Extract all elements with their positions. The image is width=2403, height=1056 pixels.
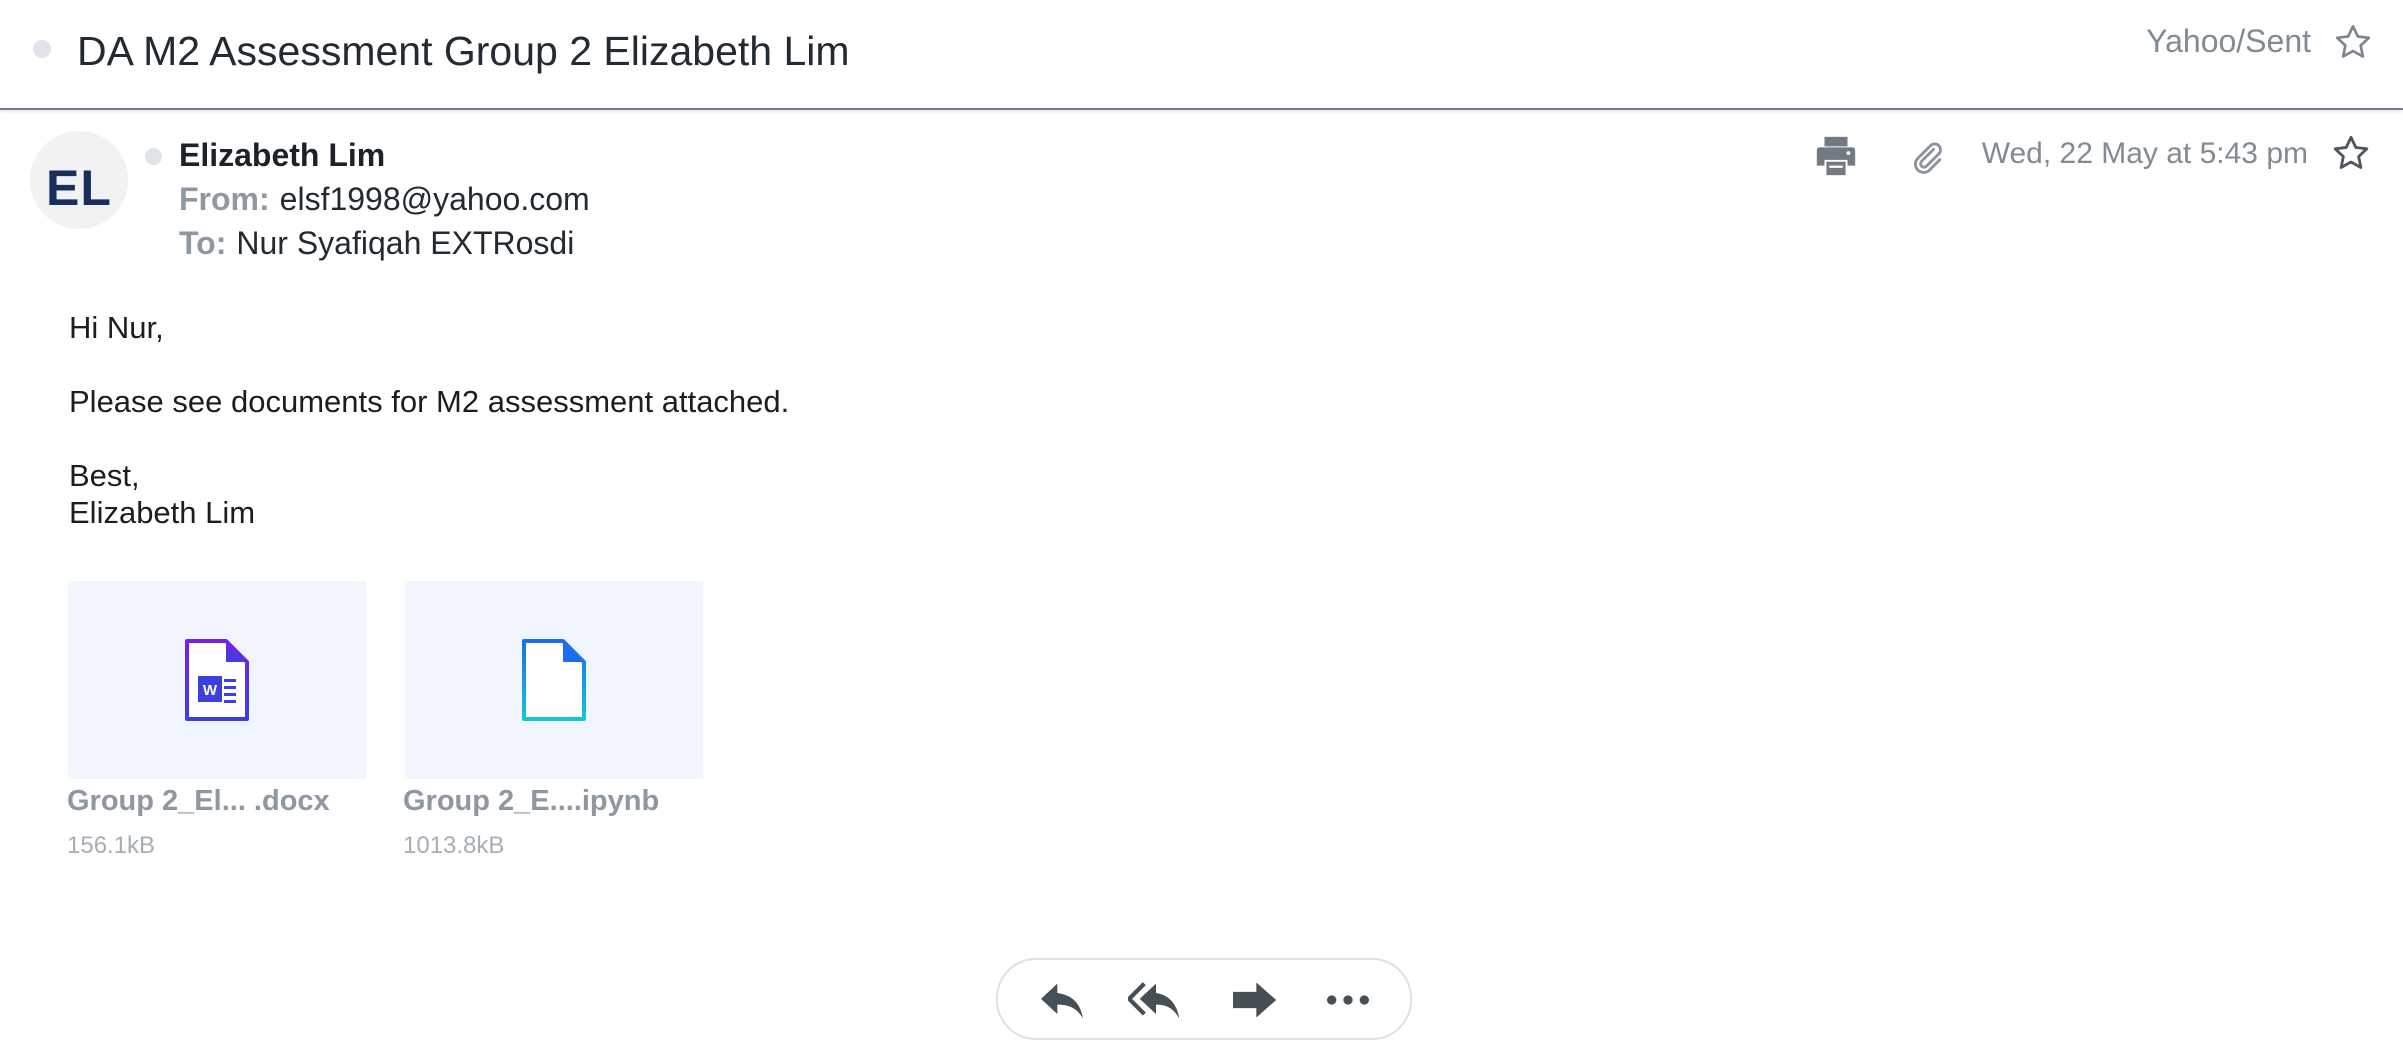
attachment-card-ipynb[interactable]: [405, 581, 703, 779]
paperclip-icon[interactable]: [1909, 139, 1947, 177]
folder-label: Yahoo/Sent: [2146, 23, 2311, 59]
to-recipient[interactable]: Nur Syafiqah EXTRosdi: [236, 225, 574, 261]
body-signature: Elizabeth Lim: [69, 495, 256, 530]
attachment-name[interactable]: Group 2_E....ipynb: [403, 785, 659, 818]
more-dots-icon: [1327, 995, 1369, 1005]
presence-dot: [145, 148, 162, 165]
from-row: From: elsf1998@yahoo.com: [179, 181, 590, 218]
read-status-dot[interactable]: [33, 40, 51, 58]
body-line: Please see documents for M2 assessment a…: [69, 384, 790, 419]
body-signoff: Best,: [69, 458, 140, 493]
subject-bar: DA M2 Assessment Group 2 Elizabeth Lim Y…: [0, 0, 2403, 110]
attachment-name[interactable]: Group 2_El... .docx: [67, 785, 330, 818]
attachment-card-docx[interactable]: W: [68, 581, 366, 779]
message-star-icon[interactable]: [2331, 133, 2371, 173]
star-icon[interactable]: [2333, 22, 2373, 62]
reply-all-icon: [1128, 982, 1180, 1019]
more-actions-button[interactable]: [1320, 972, 1376, 1028]
message-date: Wed, 22 May at 5:43 pm: [1981, 137, 2308, 170]
attachment-size: 1013.8kB: [403, 832, 505, 859]
word-doc-icon: W: [184, 638, 250, 722]
message-action-bar: [996, 958, 1412, 1040]
reply-icon: [1041, 983, 1083, 1019]
sender-avatar[interactable]: EL: [30, 131, 128, 229]
generic-file-icon: [521, 638, 587, 722]
to-label: To:: [179, 225, 227, 261]
reply-button[interactable]: [1034, 972, 1090, 1028]
from-email[interactable]: elsf1998@yahoo.com: [280, 181, 590, 217]
body-greeting: Hi Nur,: [69, 310, 164, 345]
avatar-initials: EL: [46, 160, 112, 216]
print-icon[interactable]: [1813, 133, 1859, 179]
message-subject: DA M2 Assessment Group 2 Elizabeth Lim: [77, 28, 850, 74]
from-label: From:: [179, 181, 270, 217]
svg-text:W: W: [203, 682, 218, 699]
forward-button[interactable]: [1226, 972, 1282, 1028]
to-row: To: Nur Syafiqah EXTRosdi: [179, 225, 574, 262]
sender-name[interactable]: Elizabeth Lim: [179, 137, 385, 174]
attachment-size: 156.1kB: [67, 832, 156, 859]
forward-arrow-icon: [1233, 982, 1277, 1018]
reply-all-button[interactable]: [1128, 972, 1184, 1028]
